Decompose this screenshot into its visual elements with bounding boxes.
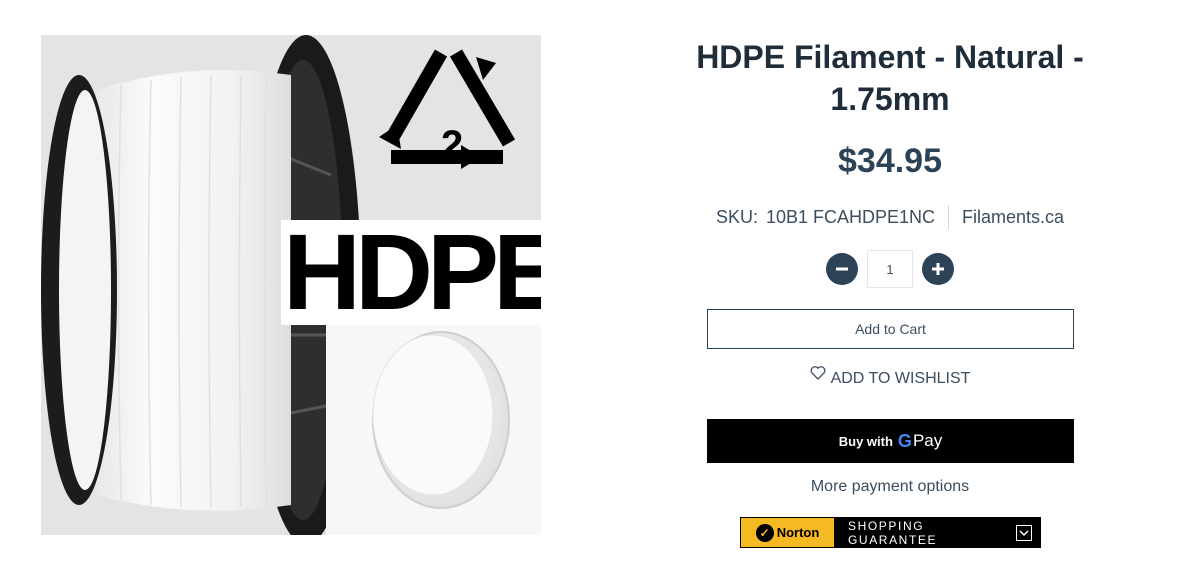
google-g-icon: G (898, 431, 912, 452)
sku-label: SKU: (715, 206, 758, 227)
minus-icon (836, 267, 848, 271)
wishlist-label: ADD TO WISHLIST (830, 370, 971, 387)
product-title: HDPE Filament - Natural - 1.75mm (696, 39, 1084, 117)
quantity-input[interactable] (867, 250, 913, 288)
plus-icon (932, 263, 944, 275)
norton-guarantee-label: SHOPPING GUARANTEE (848, 518, 938, 547)
google-pay-button[interactable]: Buy with G Pay (707, 419, 1074, 463)
product-price: $34.95 (838, 142, 942, 180)
norton-check-icon: ✓ (755, 523, 774, 542)
heart-icon (810, 366, 826, 380)
norton-shopping-guarantee-badge[interactable]: ✓ Norton SHOPPING GUARANTEE (740, 517, 1041, 548)
hdpe-overlay-label: HDPE (283, 211, 541, 332)
product-meta: SKU: 10B1 FCAHDPE1NC Filaments.ca (640, 205, 1140, 229)
add-to-cart-button[interactable]: Add to Cart (707, 309, 1074, 349)
norton-brand: Norton (776, 525, 820, 540)
norton-logo: ✓ Norton (741, 518, 834, 547)
decrease-quantity-button[interactable] (826, 253, 858, 285)
meta-divider (948, 205, 950, 229)
product-image[interactable]: 2 HDPE (41, 35, 541, 535)
image-overlay-text: HDPE (281, 216, 541, 328)
sku-value: 10B1 FCAHDPE1NC (765, 206, 936, 227)
gpay-pay-label: Pay (912, 431, 943, 450)
add-to-wishlist-link[interactable]: ADD TO WISHLIST (640, 360, 1140, 388)
vendor-link[interactable]: Filaments.ca (962, 207, 1064, 228)
chevron-down-icon[interactable] (1016, 524, 1032, 541)
recycle-code: 2 (441, 123, 464, 167)
increase-quantity-button[interactable] (922, 253, 954, 285)
quantity-stepper (640, 249, 1140, 289)
norton-guarantee-bar: SHOPPING GUARANTEE (834, 518, 1040, 547)
more-payment-options-link[interactable]: More payment options (640, 478, 1140, 496)
gpay-buy-label: Buy with (838, 433, 893, 449)
gpay-g-letter: G (897, 430, 912, 451)
